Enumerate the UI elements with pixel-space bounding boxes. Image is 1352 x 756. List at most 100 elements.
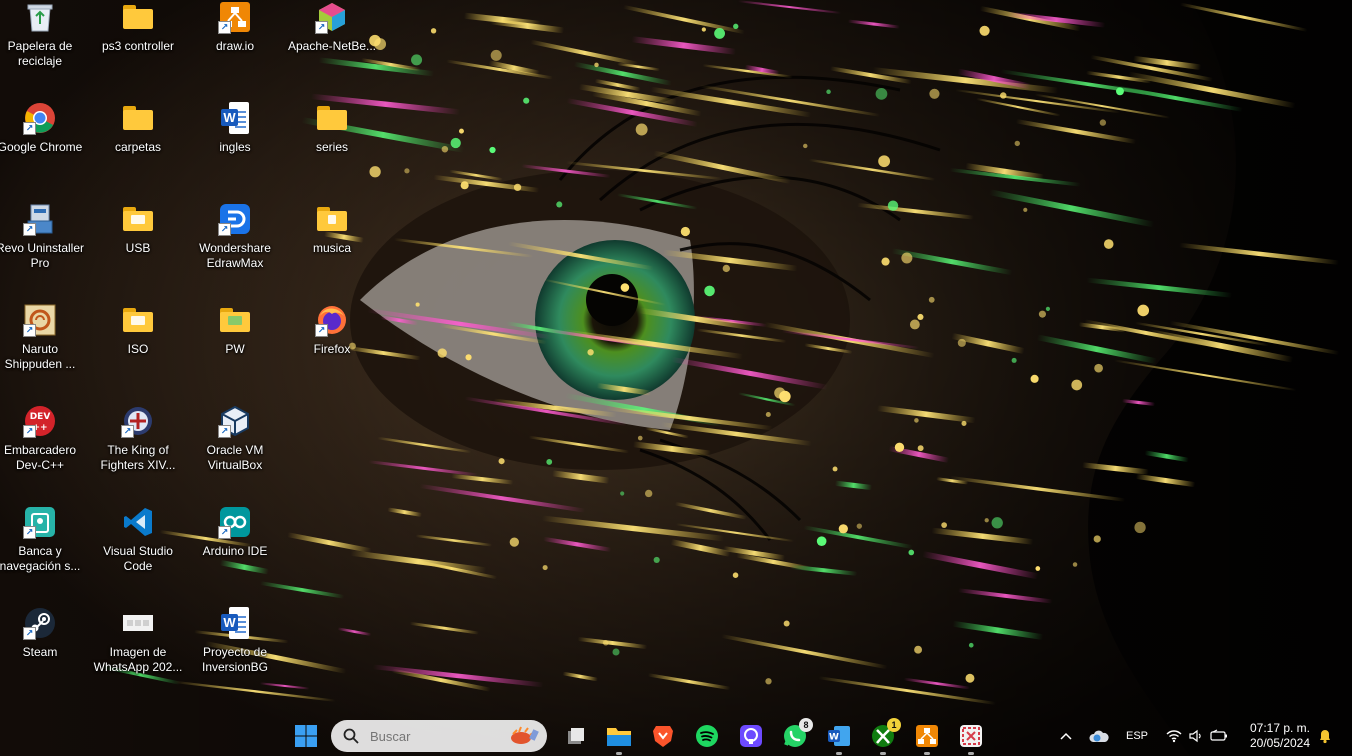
wallpaper-light-dot (546, 459, 553, 465)
spotify-button[interactable] (693, 722, 721, 750)
search-box[interactable] (331, 720, 547, 752)
desktop-icon-vscode[interactable]: Visual Studio Code (92, 505, 184, 601)
desktop-icon-firefox[interactable]: ↗ Firefox (286, 303, 378, 399)
proton-button[interactable] (737, 722, 765, 750)
desktop-icon-label: ps3 controller (101, 39, 175, 53)
wallpaper-light-dot (783, 620, 790, 627)
desktop-icon-edrawmax[interactable]: ↗ Wondershare EdrawMax (189, 202, 281, 298)
wallpaper-light-dot (979, 25, 990, 36)
wallpaper-light-dot (523, 97, 530, 104)
desktop-icon-musica[interactable]: musica (286, 202, 378, 298)
desktop-icon-chrome[interactable]: ↗ Google Chrome (0, 101, 86, 197)
desktop-icon-pw[interactable]: PW (189, 303, 281, 399)
brave-button[interactable] (649, 722, 677, 750)
quick-settings-button[interactable] (1164, 722, 1230, 750)
wallpaper-light-dot (901, 252, 913, 264)
desktop-icon-label: Steam (22, 645, 58, 659)
desktop-icon-steam[interactable]: ↗ Steam (0, 606, 86, 702)
shortcut-arrow-icon: ↗ (23, 526, 36, 539)
wallpaper-light-dot (917, 313, 924, 321)
snipping-tool-button[interactable] (957, 722, 985, 755)
notifications-button[interactable] (1314, 722, 1336, 750)
wallpaper-light-dot (1035, 566, 1041, 571)
file-explorer-button[interactable] (605, 722, 633, 755)
desktop-icon-kof[interactable]: ↗ The King of Fighters XIV... (92, 404, 184, 500)
word-button[interactable]: W (825, 722, 853, 755)
clock[interactable]: 07:17 p. m. 20/05/2024 (1240, 721, 1320, 751)
arduino-icon: ↗ (218, 505, 252, 539)
wallpaper-light-dot (513, 183, 522, 192)
onedrive-tray-button[interactable] (1087, 722, 1111, 750)
folder-icon (121, 202, 155, 236)
bell-icon (1320, 730, 1330, 744)
wallpaper-light-dot (714, 28, 725, 39)
wallpaper-light-dot (1045, 306, 1051, 311)
svg-text:W: W (829, 733, 839, 743)
wallpaper-light-dot (968, 642, 974, 648)
wallpaper-light-dot (875, 88, 888, 100)
desktop-icon-ingles[interactable]: W ingles (189, 101, 281, 197)
search-input[interactable] (368, 727, 482, 745)
desktop-icon-iso[interactable]: ISO (92, 303, 184, 399)
shortcut-arrow-icon: ↗ (315, 324, 328, 337)
desktop-icon-label: ingles (219, 140, 251, 154)
desktop-icon-label: Revo Uninstaller Pro (0, 241, 85, 270)
shortcut-arrow-icon: ↗ (23, 627, 36, 640)
task-view-button[interactable] (562, 722, 590, 750)
desktop-icon-label: Naruto Shippuden ... (4, 342, 76, 371)
desktop-icon-label: draw.io (215, 39, 255, 53)
desktop-icon-series[interactable]: series (286, 101, 378, 197)
wallpaper-light-dot (965, 673, 975, 683)
desktop-icon-recycle-bin[interactable]: Papelera de reciclaje (0, 0, 86, 96)
whatsapp-button[interactable]: 8 (781, 718, 813, 750)
desktop-icon-proyecto[interactable]: W Proyecto de InversionBG (189, 606, 281, 702)
wallpaper-light-dot (1014, 140, 1020, 147)
wallpaper-light-dot (1134, 521, 1146, 534)
drawio-icon (916, 725, 938, 747)
wallpaper-light-dot (404, 168, 410, 174)
wallpaper-light-dot (498, 458, 505, 465)
desktop-icon-safe-banking[interactable]: ↗ Banca y navegación s... (0, 505, 86, 601)
desktop-icon-devcpp[interactable]: DEV ++ ↗ Embarcadero Dev-C++ (0, 404, 86, 500)
wallpaper-light-dot (587, 349, 594, 356)
desktop-icon-label: series (315, 140, 348, 154)
vscode-icon (121, 505, 155, 539)
desktop-icon-revo-uninstaller[interactable]: ↗ Revo Uninstaller Pro (0, 202, 86, 298)
speaker-icon (1189, 729, 1201, 743)
clock-time: 07:17 p. m. (1249, 721, 1311, 735)
wallpaper-light-dot (437, 348, 447, 358)
language-indicator[interactable]: ESP (1122, 722, 1152, 750)
wallpaper-light-dot (929, 88, 940, 99)
desktop-icon-label: Embarcadero Dev-C++ (3, 443, 77, 472)
desktop-icon-label: Proyecto de InversionBG (201, 645, 269, 674)
desktop-icon-ps3-controller[interactable]: ps3 controller (92, 0, 184, 96)
wallpaper-light-dot (732, 572, 739, 578)
desktop-icon-whatsapp-image[interactable]: Imagen de WhatsApp 202... (92, 606, 184, 702)
desktop-icon-virtualbox[interactable]: ↗ Oracle VM VirtualBox (189, 404, 281, 500)
wallpaper-light-dot (928, 296, 935, 303)
wallpaper-light-dot (1071, 379, 1083, 391)
wallpaper-light-dot (1137, 304, 1150, 317)
word-doc-icon: W (218, 101, 252, 135)
desktop-icon-carpetas[interactable]: carpetas (92, 101, 184, 197)
desktop-icon-naruto[interactable]: ↗ Naruto Shippuden ... (0, 303, 86, 399)
wallpaper-light-dot (878, 155, 891, 168)
desktop-icon-netbeans[interactable]: ↗ Apache-NetBe... (286, 0, 378, 96)
folder-icon (121, 303, 155, 337)
desktop-icon-usb[interactable]: USB (92, 202, 184, 298)
desktop-icon-label: Arduino IDE (202, 544, 268, 558)
show-hidden-icons-button[interactable] (1053, 722, 1079, 750)
desktop-icon-arduino[interactable]: ↗ Arduino IDE (189, 505, 281, 601)
wallpaper-light-dot (489, 146, 496, 154)
shortcut-arrow-icon: ↗ (315, 21, 328, 34)
wallpaper-light-dot (816, 536, 827, 546)
desktop-icon-label: ISO (127, 342, 149, 356)
drawio-button[interactable] (913, 722, 941, 755)
xbox-button[interactable]: 1 (869, 718, 901, 755)
start-button[interactable] (292, 722, 320, 750)
search-highlight-icon (511, 726, 539, 744)
running-indicator (616, 752, 622, 755)
shortcut-arrow-icon: ↗ (23, 425, 36, 438)
image-file-icon (121, 606, 155, 640)
desktop-icon-drawio[interactable]: ↗ draw.io (189, 0, 281, 96)
